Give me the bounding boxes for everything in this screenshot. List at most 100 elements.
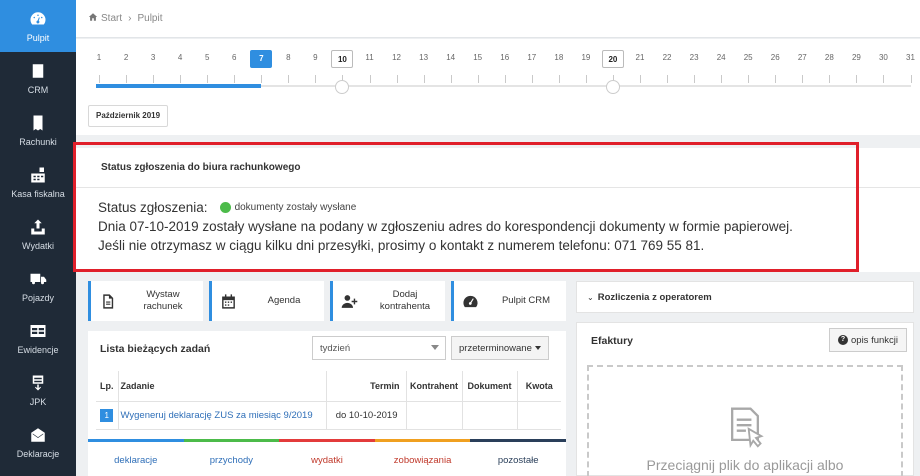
agenda-button[interactable]: Agenda <box>209 281 324 321</box>
timeline-tick <box>667 75 669 83</box>
truck-icon <box>28 269 48 289</box>
home-icon[interactable] <box>88 12 101 25</box>
timeline-day[interactable]: 8 <box>277 53 299 62</box>
qa-label: Wystaw <box>146 289 180 300</box>
timeline-marker-handle[interactable] <box>605 80 620 94</box>
question-icon: ? <box>838 335 848 345</box>
timeline-tick <box>585 75 587 83</box>
tab-pozostałe[interactable]: pozostałe <box>470 439 566 476</box>
timeline-day[interactable]: 14 <box>440 53 462 62</box>
breadcrumb-current: Pulpit <box>137 13 163 24</box>
timeline-day[interactable]: 22 <box>656 53 678 62</box>
sidebar-item-jpk[interactable]: JPK <box>0 364 76 416</box>
tab-wydatki[interactable]: wydatki <box>279 439 375 476</box>
breadcrumb-start[interactable]: Start <box>101 13 122 24</box>
timeline-day[interactable]: 19 <box>575 53 597 62</box>
jpk-file-icon <box>28 373 48 393</box>
timeline-tick <box>694 75 696 83</box>
issue-invoice-button[interactable]: Wystaw rachunek <box>88 281 203 321</box>
sidebar-item-ewidencje[interactable]: Ewidencje <box>0 312 76 364</box>
timeline-day[interactable]: 27 <box>791 53 813 62</box>
timeline-tick <box>207 75 209 83</box>
help-button-label: opis funkcji <box>851 334 898 346</box>
sidebar-item-deklaracje[interactable]: Deklaracje <box>0 416 76 468</box>
timeline-marker-handle[interactable] <box>335 80 350 94</box>
qa-label: Agenda <box>267 295 301 306</box>
timeline-day[interactable]: 4 <box>169 53 191 62</box>
tasks-panel: Lista bieżących zadań tydzień przetermin… <box>88 331 566 476</box>
timeline-day[interactable]: 28 <box>818 53 840 62</box>
efaktury-panel: Efaktury ? opis funkcji Przeciągnij plik… <box>576 322 914 476</box>
timeline-tick <box>748 75 750 83</box>
timeline-day[interactable]: 15 <box>467 53 489 62</box>
status-state: dokumenty zostały wysłane <box>234 202 357 213</box>
task-category-tabs: deklaracje przychody wydatki zobowiązania po… <box>88 439 566 476</box>
crm-dashboard-button[interactable]: Pulpit CRM <box>451 281 566 321</box>
timeline-day[interactable]: 21 <box>629 53 651 62</box>
timeline-day[interactable]: 30 <box>872 53 894 62</box>
row-number: 1 <box>100 408 114 422</box>
add-contractor-button[interactable]: Dodaj kontrahenta <box>330 281 445 321</box>
cash-register-icon <box>28 165 48 185</box>
timeline-day[interactable]: 24 <box>710 53 732 62</box>
timeline-day[interactable]: 16 <box>494 53 516 62</box>
timeline-day[interactable]: 29 <box>845 53 867 62</box>
tab-zobowiązania[interactable]: zobowiązania <box>374 439 471 476</box>
sidebar-item-rachunki[interactable]: Rachunki <box>0 104 76 156</box>
qa-label: kontrahenta <box>379 301 431 312</box>
timeline-day[interactable]: 18 <box>548 53 570 62</box>
timeline-tick <box>99 75 100 83</box>
tab-deklaracje[interactable]: deklaracje <box>88 439 184 476</box>
calendar-icon <box>218 291 238 311</box>
column-header: Kwota <box>516 371 561 402</box>
timeline-day[interactable]: 13 <box>413 53 435 62</box>
status-body: Status zgłoszenia: dokumenty zostały wys… <box>76 188 920 255</box>
timeline-day[interactable]: 5 <box>196 53 218 62</box>
help-button[interactable]: ? opis funkcji <box>829 328 907 352</box>
main-content: Start › Pulpit 1 2 3 4 5 6 7 8 9 10 11 12 13 14 15 16 17… <box>73 0 920 476</box>
timeline-day[interactable]: 10 <box>331 50 354 68</box>
task-amount <box>516 401 561 430</box>
status-message-line: Dnia 07-10-2019 zostały wysłane na podan… <box>98 219 793 234</box>
task-link[interactable]: Wygeneruj deklarację ZUS za miesiąc 9/20… <box>119 410 313 421</box>
sidebar-item-pojazdy[interactable]: Pojazdy <box>0 260 76 312</box>
month-button[interactable]: Październik 2019 <box>88 105 169 127</box>
overdue-filter-button[interactable]: przeterminowane <box>451 336 549 360</box>
timeline-tick <box>883 75 885 83</box>
operator-settlements-title: Rozliczenia z operatorem <box>597 291 712 303</box>
dashboard-icon <box>28 9 48 29</box>
table-row[interactable]: 1 Wygeneruj deklarację ZUS za miesiąc 9/… <box>96 401 561 430</box>
file-click-icon <box>731 407 764 449</box>
sidebar-item-kasa-fiskalna[interactable]: Kasa fiskalna <box>0 156 76 208</box>
period-select[interactable]: tydzień <box>312 336 446 360</box>
timeline-day[interactable]: 7 <box>250 50 273 68</box>
timeline-day[interactable]: 1 <box>88 53 110 62</box>
envelope-icon <box>28 425 48 445</box>
sidebar-item-label: Ewidencje <box>17 345 59 355</box>
sidebar-item-label: JPK <box>29 397 47 407</box>
timeline-day[interactable]: 3 <box>142 53 164 62</box>
timeline-day[interactable]: 31 <box>900 53 920 62</box>
chevron-down-icon: ⌄ <box>587 292 594 302</box>
sidebar-item-label: Deklaracje <box>16 449 60 459</box>
sidebar-item-pulpit[interactable]: Pulpit <box>0 0 76 52</box>
timeline-day[interactable]: 17 <box>521 53 543 62</box>
timeline-day[interactable]: 9 <box>304 53 326 62</box>
timeline-day[interactable]: 25 <box>737 53 759 62</box>
file-drop-zone[interactable]: Przeciągnij plik do aplikacji albo <box>587 365 903 476</box>
sidebar-item-wydatki[interactable]: Wydatki <box>0 208 76 260</box>
timeline-day[interactable]: 12 <box>386 53 408 62</box>
timeline-day[interactable]: 20 <box>601 50 624 68</box>
timeline-tick <box>396 75 398 83</box>
timeline-day[interactable]: 11 <box>359 53 381 62</box>
column-header: Dokument <box>461 371 517 402</box>
timeline-day[interactable]: 6 <box>223 53 245 62</box>
timeline-tick <box>640 75 641 83</box>
sidebar-item-crm[interactable]: CRM <box>0 52 76 104</box>
timeline-day[interactable]: 26 <box>764 53 786 62</box>
status-label: Status zgłoszenia: <box>98 200 208 215</box>
tab-przychody[interactable]: przychody <box>183 439 280 476</box>
operator-settlements-panel[interactable]: ⌄ Rozliczenia z operatorem <box>576 281 914 313</box>
timeline-day[interactable]: 23 <box>683 53 705 62</box>
timeline-day[interactable]: 2 <box>115 53 137 62</box>
